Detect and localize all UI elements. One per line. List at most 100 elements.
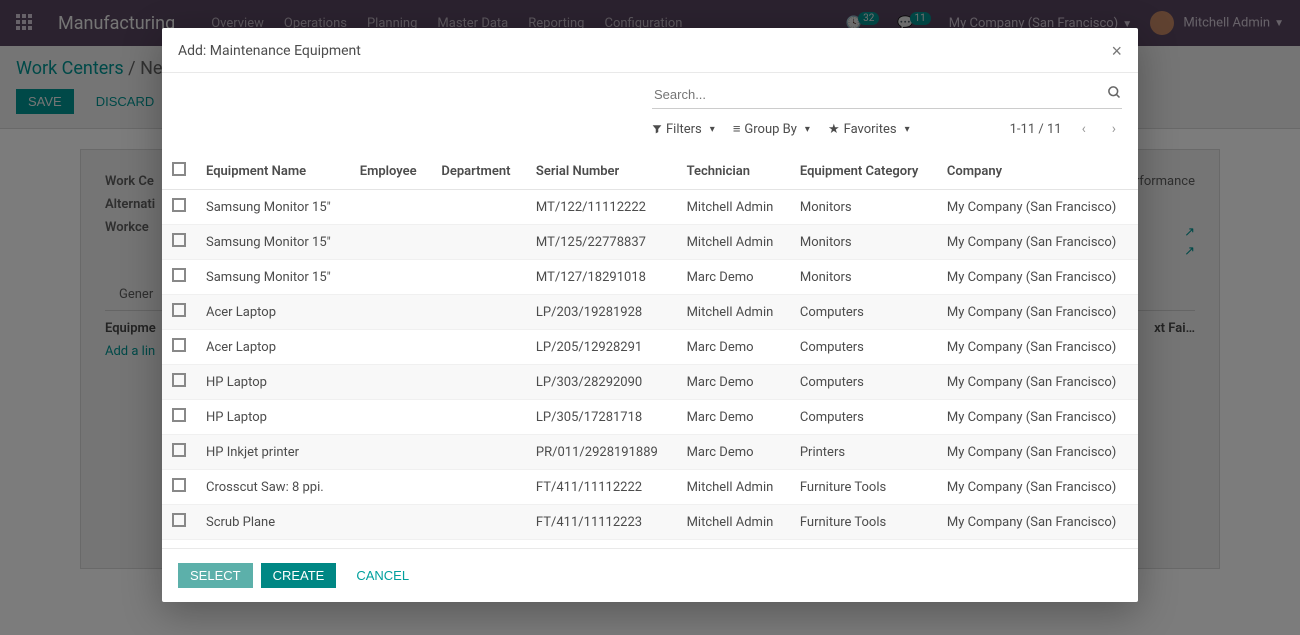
table-row[interactable]: Samsung Monitor 15"MT/122/11112222Mitche…	[162, 190, 1138, 225]
cell-department	[431, 540, 526, 549]
table-row[interactable]: HP Inkjet printerPR/011/2928191889Marc D…	[162, 435, 1138, 470]
groupby-dropdown[interactable]: ≡ Group By ▾	[733, 121, 810, 137]
close-button[interactable]: ×	[1111, 42, 1122, 60]
cell-employee	[350, 295, 432, 330]
cell-category: Monitors	[790, 225, 937, 260]
filter-icon	[652, 124, 662, 134]
cell-technician: Marc Demo	[677, 330, 790, 365]
pager-next[interactable]: ›	[1106, 119, 1122, 139]
cell-category: Furniture Tools	[790, 505, 937, 540]
row-checkbox[interactable]	[172, 233, 186, 247]
cell-company: My Company (San Francisco)	[937, 225, 1138, 260]
cell-department	[431, 225, 526, 260]
cell-company: My Company (San Francisco)	[937, 505, 1138, 540]
favorites-dropdown[interactable]: ★ Favorites ▾	[828, 122, 910, 137]
cell-name: Samsung Monitor 15"	[196, 190, 350, 225]
table-row[interactable]: Samsung Monitor 15"MT/125/22778837Mitche…	[162, 225, 1138, 260]
table-row[interactable]: Drill MachineFT/421/00204444Mitchell Adm…	[162, 540, 1138, 549]
row-checkbox[interactable]	[172, 443, 186, 457]
row-checkbox[interactable]	[172, 408, 186, 422]
col-company[interactable]: Company	[937, 153, 1138, 190]
cell-employee	[350, 260, 432, 295]
cell-company: My Company (San Francisco)	[937, 400, 1138, 435]
select-all-checkbox[interactable]	[172, 162, 186, 176]
cell-company: My Company (San Francisco)	[937, 540, 1138, 549]
cell-employee	[350, 365, 432, 400]
filters-dropdown[interactable]: Filters ▾	[652, 122, 715, 137]
cell-technician: Mitchell Admin	[677, 470, 790, 505]
modal-title: Add: Maintenance Equipment	[178, 43, 361, 59]
cell-serial: FT/421/00204444	[526, 540, 677, 549]
cell-category: Monitors	[790, 260, 937, 295]
cell-name: Acer Laptop	[196, 330, 350, 365]
cell-employee	[350, 505, 432, 540]
table-row[interactable]: Acer LaptopLP/203/19281928Mitchell Admin…	[162, 295, 1138, 330]
cell-category: Computers	[790, 295, 937, 330]
cell-serial: PR/011/2928191889	[526, 435, 677, 470]
row-checkbox[interactable]	[172, 198, 186, 212]
cell-company: My Company (San Francisco)	[937, 260, 1138, 295]
table-row[interactable]: HP LaptopLP/303/28292090Marc DemoCompute…	[162, 365, 1138, 400]
row-checkbox[interactable]	[172, 268, 186, 282]
cell-company: My Company (San Francisco)	[937, 365, 1138, 400]
col-equipment-name[interactable]: Equipment Name	[196, 153, 350, 190]
cell-technician: Marc Demo	[677, 365, 790, 400]
col-technician[interactable]: Technician	[677, 153, 790, 190]
cell-company: My Company (San Francisco)	[937, 190, 1138, 225]
cell-category: Printers	[790, 435, 937, 470]
pager-text: 1-11 / 11	[1010, 122, 1062, 137]
cell-technician: Mitchell Admin	[677, 225, 790, 260]
cell-serial: MT/125/22778837	[526, 225, 677, 260]
row-checkbox[interactable]	[172, 303, 186, 317]
cell-employee	[350, 400, 432, 435]
cell-department	[431, 190, 526, 225]
row-checkbox[interactable]	[172, 513, 186, 527]
cell-name: Samsung Monitor 15"	[196, 260, 350, 295]
cell-category: Furniture Tools	[790, 470, 937, 505]
col-department[interactable]: Department	[431, 153, 526, 190]
cell-category: Computers	[790, 400, 937, 435]
col-category[interactable]: Equipment Category	[790, 153, 937, 190]
cell-serial: LP/203/19281928	[526, 295, 677, 330]
cell-technician: Marc Demo	[677, 400, 790, 435]
cell-category: Furniture Tools	[790, 540, 937, 549]
cell-employee	[350, 540, 432, 549]
cell-serial: LP/303/28292090	[526, 365, 677, 400]
row-checkbox[interactable]	[172, 478, 186, 492]
cell-company: My Company (San Francisco)	[937, 295, 1138, 330]
col-serial[interactable]: Serial Number	[526, 153, 677, 190]
create-button[interactable]: Create	[261, 563, 337, 588]
cell-company: My Company (San Francisco)	[937, 330, 1138, 365]
chevron-down-icon: ▾	[905, 124, 910, 135]
table-row[interactable]: HP LaptopLP/305/17281718Marc DemoCompute…	[162, 400, 1138, 435]
cell-category: Computers	[790, 330, 937, 365]
modal-add-equipment: Add: Maintenance Equipment × Filters ▾ ≡…	[162, 28, 1138, 602]
cell-name: Scrub Plane	[196, 505, 350, 540]
cell-serial: FT/411/11112223	[526, 505, 677, 540]
cell-department	[431, 260, 526, 295]
table-row[interactable]: Scrub PlaneFT/411/11112223Mitchell Admin…	[162, 505, 1138, 540]
cell-category: Computers	[790, 365, 937, 400]
cell-employee	[350, 435, 432, 470]
cancel-button[interactable]: Cancel	[344, 563, 421, 588]
equipment-table: Equipment Name Employee Department Seria…	[162, 153, 1138, 548]
table-row[interactable]: Crosscut Saw: 8 ppi.FT/411/11112222Mitch…	[162, 470, 1138, 505]
search-input[interactable]	[652, 83, 1099, 106]
cell-serial: LP/205/12928291	[526, 330, 677, 365]
col-employee[interactable]: Employee	[350, 153, 432, 190]
cell-serial: FT/411/11112222	[526, 470, 677, 505]
cell-department	[431, 330, 526, 365]
cell-department	[431, 505, 526, 540]
cell-department	[431, 470, 526, 505]
row-checkbox[interactable]	[172, 338, 186, 352]
cell-name: HP Laptop	[196, 400, 350, 435]
row-checkbox[interactable]	[172, 373, 186, 387]
cell-employee	[350, 225, 432, 260]
table-row[interactable]: Samsung Monitor 15"MT/127/18291018Marc D…	[162, 260, 1138, 295]
search-icon[interactable]	[1107, 85, 1122, 104]
cell-department	[431, 365, 526, 400]
pager-prev[interactable]: ‹	[1076, 119, 1092, 139]
table-row[interactable]: Acer Laptop LP/205/12928291Marc DemoCompu…	[162, 330, 1138, 365]
cell-name: Drill Machine	[196, 540, 350, 549]
select-button[interactable]: Select	[178, 563, 253, 588]
